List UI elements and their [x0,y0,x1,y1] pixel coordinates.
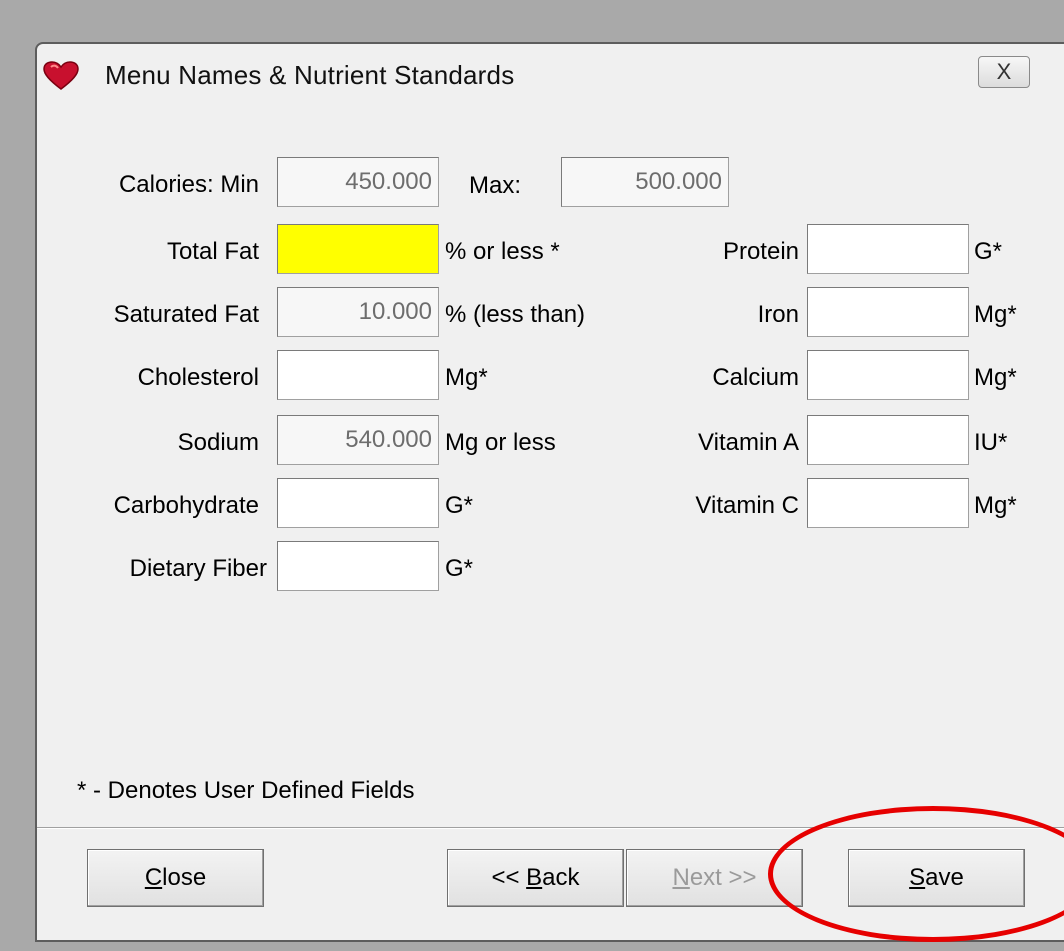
protein-field[interactable] [807,224,969,274]
cholesterol-field[interactable] [277,350,439,400]
calories-min-field[interactable]: 450.000 [277,157,439,207]
vitamin-a-field[interactable] [807,415,969,465]
sodium-unit: Mg or less [445,429,556,456]
calories-max-label: Max: [469,172,522,199]
vitamin-c-label: Vitamin C [695,492,799,519]
cholesterol-label: Cholesterol [137,364,259,391]
vitamin-a-unit: IU* [974,429,1008,456]
calories-min-label: Calories: Min [118,171,259,198]
close-icon: X [996,59,1012,84]
footnote-text: * - Denotes User Defined Fields [77,777,415,804]
title-bar[interactable]: Menu Names & Nutrient Standards X [37,44,1064,106]
saturated-fat-label: Saturated Fat [113,301,259,328]
carbohydrate-unit: G* [445,492,474,519]
total-fat-label: Total Fat [166,238,259,265]
iron-unit: Mg* [974,301,1017,328]
heart-icon [43,61,79,90]
window-title: Menu Names & Nutrient Standards [105,60,515,90]
total-fat-unit: % or less * [445,238,560,265]
saturated-fat-unit: % (less than) [445,301,586,328]
back-button[interactable]: << Back [447,849,624,907]
carbohydrate-field[interactable] [277,478,439,528]
protein-label: Protein [722,238,799,265]
calcium-field[interactable] [807,350,969,400]
calcium-label: Calcium [712,364,799,391]
total-fat-field[interactable] [277,224,439,274]
close-button[interactable]: Close [87,849,264,907]
carbohydrate-label: Carbohydrate [113,492,259,519]
dietary-fiber-label: Dietary Fiber [129,555,267,582]
saturated-fat-field[interactable]: 10.000 [277,287,439,337]
close-window-button[interactable]: X [978,56,1030,88]
iron-field[interactable] [807,287,969,337]
vitamin-c-field[interactable] [807,478,969,528]
calories-max-field[interactable]: 500.000 [561,157,729,207]
cholesterol-unit: Mg* [445,364,488,391]
vitamin-c-unit: Mg* [974,492,1017,519]
sodium-field[interactable]: 540.000 [277,415,439,465]
calcium-unit: Mg* [974,364,1017,391]
dietary-fiber-unit: G* [445,555,474,582]
sodium-label: Sodium [177,429,259,456]
vitamin-a-label: Vitamin A [698,429,799,456]
dietary-fiber-field[interactable] [277,541,439,591]
protein-unit: G* [974,238,1003,265]
iron-label: Iron [757,301,799,328]
